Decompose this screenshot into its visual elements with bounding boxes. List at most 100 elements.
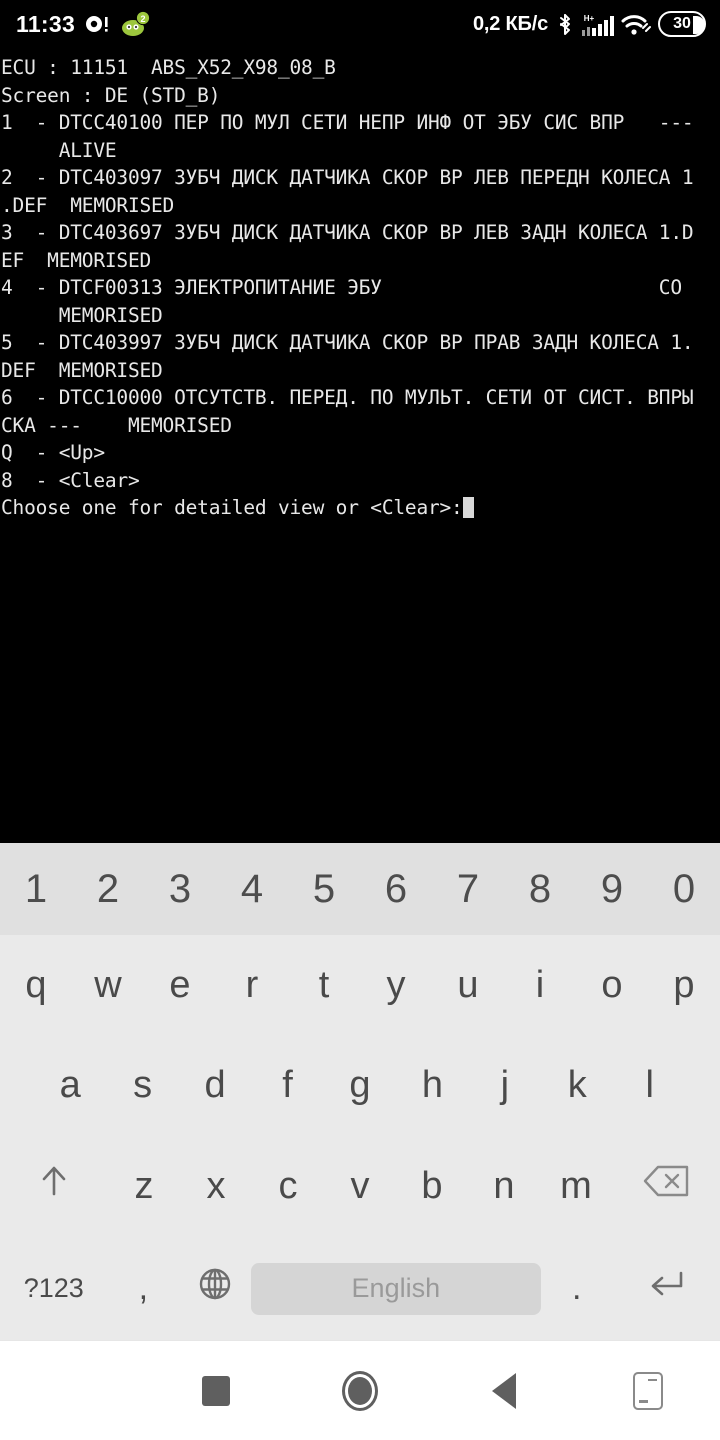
key-j[interactable]: j	[469, 1035, 541, 1135]
navigation-bar	[0, 1340, 720, 1440]
on-screen-keyboard[interactable]: 1 2 3 4 5 6 7 8 9 0 q w e r t y u i o p …	[0, 843, 720, 1340]
space-key-label: English	[250, 1262, 541, 1315]
phone-screen: 11:33 2 0,2 КБ/с H+ 30 ECU: 11151 ABS_X…	[0, 0, 720, 1440]
key-f[interactable]: f	[251, 1035, 323, 1135]
key-2[interactable]: 2	[72, 843, 144, 935]
key-7[interactable]: 7	[432, 843, 504, 935]
status-bar: 11:33 2 0,2 КБ/с H+ 30	[0, 0, 720, 48]
key-z[interactable]: z	[108, 1135, 180, 1237]
key-d[interactable]: d	[179, 1035, 251, 1135]
terminal-line: ECU : 11151 ABS_X52_X98_08_B	[1, 56, 336, 79]
key-3[interactable]: 3	[144, 843, 216, 935]
key-m[interactable]: m	[540, 1135, 612, 1237]
terminal-line: СКА --- MEMORISED	[1, 413, 232, 437]
terminal-line: 8 - <Clear>	[1, 468, 140, 492]
key-o[interactable]: o	[576, 935, 648, 1035]
wifi-icon	[621, 12, 651, 36]
keyboard-row-numbers: 1 2 3 4 5 6 7 8 9 0	[0, 843, 720, 935]
key-g[interactable]: g	[324, 1035, 396, 1135]
terminal-prompt-line[interactable]: Choose one for detailed view or <Clear>:	[0, 494, 720, 522]
backspace-key[interactable]	[612, 1135, 720, 1237]
terminal-line: Screen : DE (STD_B)	[1, 83, 221, 107]
space-key[interactable]: English	[250, 1237, 541, 1340]
shift-key[interactable]	[0, 1135, 108, 1237]
key-h[interactable]: h	[396, 1035, 468, 1135]
key-t[interactable]: t	[288, 935, 360, 1035]
status-clock: 11:33	[16, 10, 76, 37]
key-v[interactable]: v	[324, 1135, 396, 1237]
key-k[interactable]: k	[541, 1035, 613, 1135]
globe-icon	[196, 1265, 234, 1313]
text-cursor	[462, 497, 474, 518]
screenshot-frame-icon	[633, 1371, 663, 1410]
backspace-icon	[642, 1164, 690, 1208]
key-9[interactable]: 9	[576, 843, 648, 935]
home-button[interactable]	[288, 1341, 432, 1440]
recents-square-icon	[202, 1375, 230, 1406]
key-u[interactable]: u	[432, 935, 504, 1035]
back-triangle-icon	[492, 1372, 516, 1409]
camera-alert-icon	[85, 13, 111, 35]
key-1[interactable]: 1	[0, 843, 72, 935]
symbols-key[interactable]: ?123	[0, 1237, 107, 1340]
key-w[interactable]: w	[72, 935, 144, 1035]
terminal-line: 5 - DTC403997 ЗУБЧ ДИСК ДАТЧИКА СКОР ВР …	[1, 331, 694, 354]
key-5[interactable]: 5	[288, 843, 360, 935]
terminal-line: 2 - DTC403097 ЗУБЧ ДИСК ДАТЧИКА СКОР ВР …	[1, 166, 694, 189]
key-c[interactable]: c	[252, 1135, 324, 1237]
key-x[interactable]: x	[180, 1135, 252, 1237]
svg-text:2: 2	[141, 14, 146, 24]
terminal-line: ALIVE	[1, 138, 117, 162]
status-bar-right: 0,2 КБ/с H+ 30	[473, 11, 706, 37]
keyboard-row-bottom-letters: z x c v b n m	[0, 1135, 720, 1237]
key-a[interactable]: a	[34, 1035, 106, 1135]
terminal-output[interactable]: ECU : 11151 ABS_X52_X98_08_B Screen : DE…	[0, 48, 720, 843]
key-0[interactable]: 0	[648, 843, 720, 935]
terminal-line: .DEF MEMORISED	[1, 193, 175, 217]
battery-indicator: 30	[658, 11, 706, 37]
terminal-line: MEMORISED	[1, 303, 163, 327]
key-s[interactable]: s	[106, 1035, 178, 1135]
key-6[interactable]: 6	[360, 843, 432, 935]
svg-text:H+: H+	[584, 14, 595, 23]
period-key[interactable]: .	[541, 1237, 613, 1340]
terminal-line: DEF MEMORISED	[1, 358, 163, 382]
recents-button[interactable]	[144, 1341, 288, 1440]
key-8[interactable]: 8	[504, 843, 576, 935]
key-l[interactable]: l	[614, 1035, 686, 1135]
keyboard-row-home: a s d f g h j k l	[0, 1035, 720, 1135]
shift-up-arrow-icon	[37, 1162, 71, 1210]
key-e[interactable]: e	[144, 935, 216, 1035]
screenshot-button[interactable]	[576, 1341, 720, 1440]
terminal-line: 3 - DTC403697 ЗУБЧ ДИСК ДАТЧИКА СКОР ВР …	[1, 221, 694, 244]
key-b[interactable]: b	[396, 1135, 468, 1237]
network-speed-label: 0,2 КБ/с	[472, 12, 548, 35]
terminal-line: 6 - DTCC10000 ОТСУТСТВ. ПЕРЕД. ПО МУЛЬТ.…	[1, 386, 694, 409]
terminal-prompt-text: Choose one for detailed view or <Clear>:	[1, 496, 463, 519]
terminal-line: 1 - DTCC40100 ПЕР ПО МУЛ СЕТИ НЕПР ИНФ О…	[1, 111, 694, 134]
key-y[interactable]: y	[360, 935, 432, 1035]
key-n[interactable]: n	[468, 1135, 540, 1237]
home-circle-inner	[348, 1376, 372, 1405]
keyboard-row-function: ?123 , English .	[0, 1237, 720, 1340]
bluetooth-icon	[557, 12, 573, 37]
key-i[interactable]: i	[504, 935, 576, 1035]
language-key[interactable]	[179, 1237, 251, 1340]
key-4[interactable]: 4	[216, 843, 288, 935]
keyboard-row-top: q w e r t y u i o p	[0, 935, 720, 1035]
comma-key[interactable]: ,	[107, 1237, 179, 1340]
enter-key[interactable]	[613, 1237, 720, 1340]
terminal-line: EF MEMORISED	[1, 248, 152, 272]
home-circle-icon	[342, 1370, 378, 1411]
key-q[interactable]: q	[0, 935, 72, 1035]
battery-level-label: 30	[673, 15, 691, 32]
terminal-line: 4 - DTCF00313 ЭЛЕКТРОПИТАНИЕ ЭБУ CO	[1, 276, 682, 299]
back-button[interactable]	[432, 1341, 576, 1440]
terminal-line: Q - <Up>	[1, 441, 105, 464]
enter-arrow-icon	[645, 1267, 687, 1311]
hplus-signal-icon: H+	[582, 12, 614, 37]
green-character-badge-icon: 2	[121, 10, 151, 37]
key-r[interactable]: r	[216, 935, 288, 1035]
key-p[interactable]: p	[648, 935, 720, 1035]
